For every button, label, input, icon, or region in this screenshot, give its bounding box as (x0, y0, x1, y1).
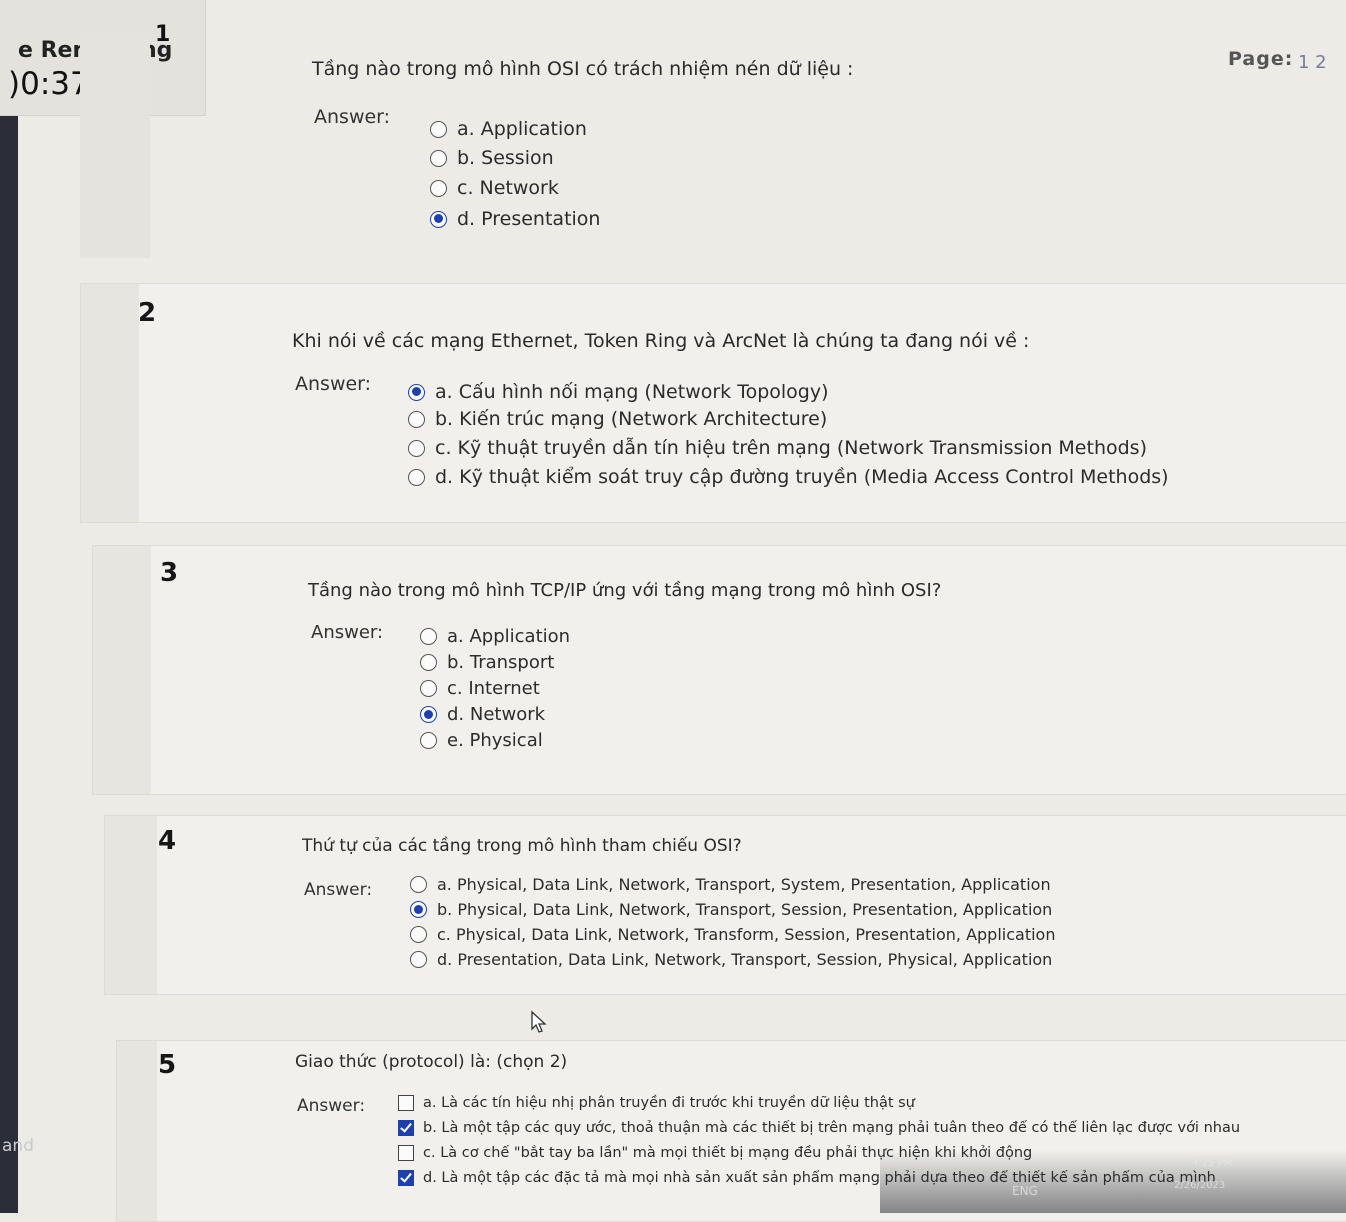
answer-label: Answer: (314, 106, 391, 128)
question-sidebar (93, 546, 151, 794)
radio-button[interactable] (430, 179, 447, 197)
desktop-left-edge (0, 0, 18, 1213)
q4-option-b[interactable]: b. Physical, Data Link, Network, Transpo… (410, 900, 1052, 919)
radio-button-selected[interactable] (408, 383, 425, 401)
q2-option-a[interactable]: a. Cấu hình nối mạng (Network Topology) (408, 381, 829, 403)
q2-option-c[interactable]: c. Kỹ thuật truyền dẫn tín hiệu trên mạn… (408, 437, 1147, 459)
answer-label: Answer: (311, 622, 384, 643)
checkbox-checked[interactable] (398, 1120, 414, 1136)
clock-date[interactable]: 2/26/2023 (1174, 1180, 1225, 1191)
question-sidebar (81, 284, 139, 522)
q1-option-c[interactable]: c. Network (430, 177, 559, 199)
checkbox-checked[interactable] (398, 1170, 414, 1186)
question-number: 3 (160, 558, 179, 588)
q1-option-b[interactable]: b. Session (430, 147, 554, 169)
answer-label: Answer: (297, 1096, 366, 1116)
radio-button[interactable] (420, 732, 437, 749)
q3-option-b[interactable]: b. Transport (420, 652, 554, 673)
radio-button-selected[interactable] (410, 901, 427, 918)
question-2-text: Khi nói về các mạng Ethernet, Token Ring… (292, 330, 1030, 352)
radio-button-selected[interactable] (430, 210, 447, 228)
question-1-text: Tầng nào trong mô hình OSI có trách nhiệ… (312, 58, 854, 80)
mouse-cursor-icon (531, 1010, 547, 1033)
q1-option-d[interactable]: d. Presentation (430, 208, 600, 230)
radio-button-selected[interactable] (420, 706, 437, 723)
q4-option-a[interactable]: a. Physical, Data Link, Network, Transpo… (410, 875, 1051, 894)
radio-button[interactable] (420, 628, 437, 645)
radio-button[interactable] (410, 951, 427, 968)
question-3-text: Tầng nào trong mô hình TCP/IP ứng với tầ… (308, 580, 942, 601)
question-number: 2 (138, 298, 157, 328)
radio-button[interactable] (408, 439, 425, 457)
language-indicator[interactable]: ENG (1012, 1184, 1038, 1198)
checkbox[interactable] (398, 1095, 414, 1111)
radio-button[interactable] (430, 120, 447, 138)
question-number: 5 (158, 1050, 177, 1080)
radio-button[interactable] (410, 926, 427, 943)
q3-option-c[interactable]: c. Internet (420, 678, 540, 699)
radio-button[interactable] (410, 876, 427, 893)
radio-button[interactable] (408, 468, 425, 486)
question-sidebar (105, 816, 157, 994)
question-sidebar (80, 30, 150, 258)
q3-option-d[interactable]: d. Network (420, 704, 545, 725)
radio-button[interactable] (430, 149, 447, 167)
q2-option-b[interactable]: b. Kiến trúc mạng (Network Architecture) (408, 408, 827, 430)
clock-time[interactable]: 4:25 PM (1192, 1158, 1232, 1169)
question-4-text: Thứ tự của các tầng trong mô hình tham c… (302, 836, 742, 856)
question-sidebar (117, 1041, 157, 1221)
taskbar-tray: ENG 4:25 PM 2/26/2023 (880, 1150, 1346, 1213)
question-number: 4 (158, 826, 177, 856)
q2-option-d[interactable]: d. Kỹ thuật kiểm soát truy cập đường tru… (408, 466, 1169, 488)
side-window-text: and (2, 1136, 34, 1156)
q5-option-b[interactable]: b. Là một tập các quy ước, thoả thuận mà… (398, 1120, 1343, 1136)
radio-button[interactable] (408, 410, 425, 428)
radio-button[interactable] (420, 654, 437, 671)
q4-option-c[interactable]: c. Physical, Data Link, Network, Transfo… (410, 925, 1055, 944)
q1-option-a[interactable]: a. Application (430, 118, 587, 140)
answer-label: Answer: (295, 373, 372, 395)
q5-option-a[interactable]: a. Là các tín hiệu nhị phân truyền đi tr… (398, 1095, 915, 1111)
q4-option-d[interactable]: d. Presentation, Data Link, Network, Tra… (410, 950, 1052, 969)
q3-option-a[interactable]: a. Application (420, 626, 570, 647)
answer-label: Answer: (304, 880, 373, 900)
checkbox[interactable] (398, 1145, 414, 1161)
question-5-text: Giao thức (protocol) là: (chọn 2) (295, 1052, 568, 1072)
radio-button[interactable] (420, 680, 437, 697)
q3-option-e[interactable]: e. Physical (420, 730, 543, 751)
